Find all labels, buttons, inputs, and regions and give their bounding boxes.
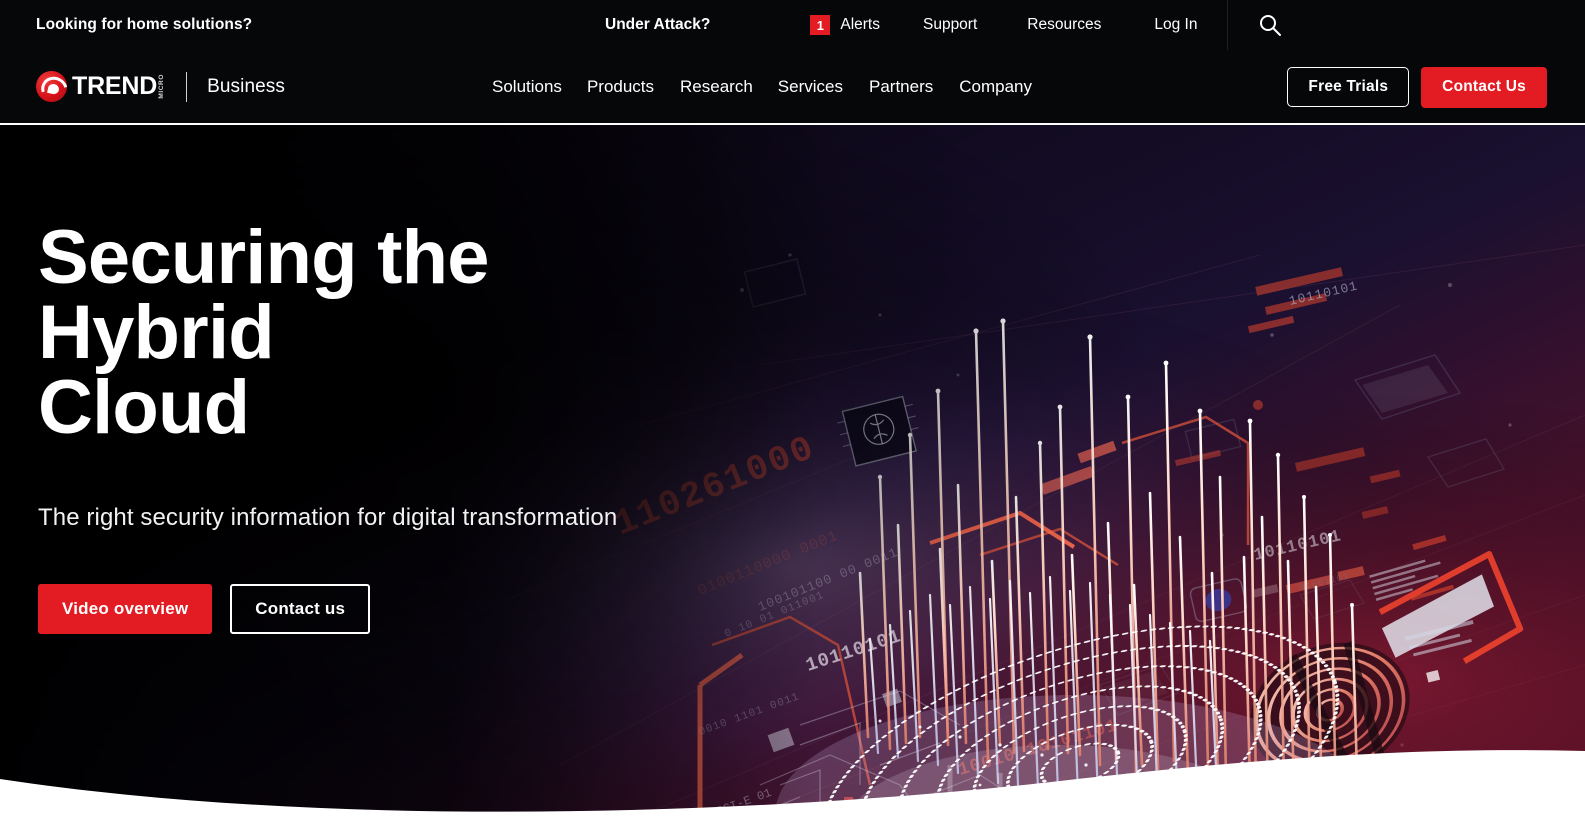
alerts-count-badge: 1	[810, 15, 831, 35]
nav-item-research[interactable]: Research	[680, 77, 753, 97]
brand-logo[interactable]: TREND MICRO Business	[36, 71, 285, 102]
page-title: Securing the Hybrid Cloud	[38, 219, 738, 446]
trend-micro-ball-icon	[36, 71, 67, 102]
hero-title-line-1: Securing the Hybrid	[38, 215, 490, 376]
alerts-label: Alerts	[840, 16, 880, 33]
main-navigation-bar: TREND MICRO Business Solutions Products …	[0, 50, 1585, 124]
hero-subtitle: The right security information for digit…	[38, 503, 618, 531]
home-solutions-link[interactable]: Looking for home solutions?	[36, 16, 252, 34]
nav-item-partners[interactable]: Partners	[869, 77, 933, 97]
support-link[interactable]: Support	[923, 16, 977, 34]
resources-link[interactable]: Resources	[1027, 16, 1101, 34]
nav-item-services[interactable]: Services	[778, 77, 843, 97]
nav-cta-group: Free Trials Contact Us	[1287, 50, 1547, 124]
logo-submark: MICRO	[158, 74, 166, 99]
nav-item-products[interactable]: Products	[587, 77, 654, 97]
under-attack-link[interactable]: Under Attack?	[605, 16, 710, 34]
video-overview-button[interactable]: Video overview	[38, 583, 213, 634]
contact-us-button[interactable]: Contact Us	[1421, 66, 1547, 108]
hero-section: 10110101 01001101 110261000 0100110000 0…	[0, 125, 1585, 835]
utility-bar: Looking for home solutions? Under Attack…	[0, 0, 1585, 50]
free-trials-button[interactable]: Free Trials	[1287, 67, 1410, 107]
hero-bottom-wave	[0, 750, 1585, 835]
utility-bar-links: Under Attack? 1 Alerts Support Resources…	[605, 0, 1285, 50]
nav-item-company[interactable]: Company	[959, 77, 1032, 97]
search-icon	[1260, 15, 1282, 36]
login-link[interactable]: Log In	[1154, 16, 1197, 34]
hero-contact-us-button[interactable]: Contact us	[230, 583, 371, 634]
search-button[interactable]	[1255, 10, 1285, 40]
hero-title-line-2: Cloud	[38, 365, 250, 451]
primary-nav-links: Solutions Products Research Services Par…	[492, 50, 1032, 124]
brand-divider	[185, 71, 188, 102]
logo-wordmark: TREND	[72, 72, 158, 100]
alerts-link[interactable]: 1 Alerts	[810, 15, 880, 35]
hero-content: Securing the Hybrid Cloud The right secu…	[38, 219, 738, 634]
hero-button-group: Video overview Contact us	[38, 583, 738, 634]
business-unit-label[interactable]: Business	[207, 76, 285, 98]
utility-divider	[1227, 0, 1229, 50]
nav-item-solutions[interactable]: Solutions	[492, 77, 562, 97]
